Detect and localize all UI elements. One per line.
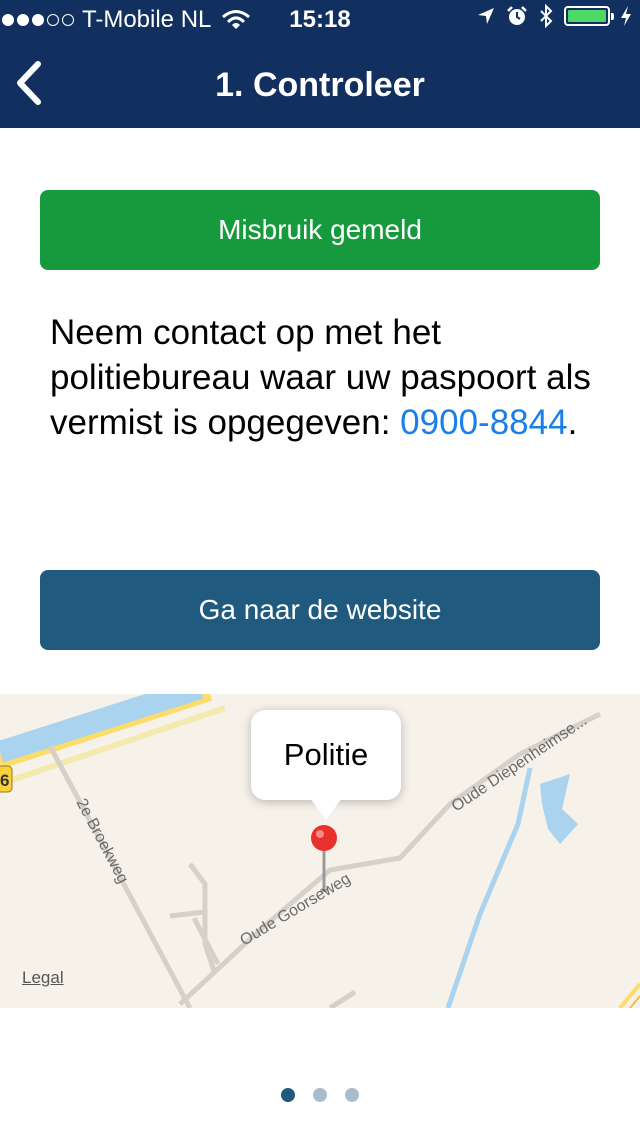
phone-number-link[interactable]: 0900-8844 [400, 403, 567, 442]
battery-icon [564, 6, 614, 26]
status-bar: T-Mobile NL 15:18 [0, 0, 640, 40]
app-header: T-Mobile NL 15:18 1. Controleer [0, 0, 640, 128]
info-suffix: . [567, 403, 578, 442]
road-label-oude-diepenheimse: Oude Diepenheimse... [449, 712, 590, 815]
callout-pointer [310, 798, 342, 820]
go-to-website-button[interactable]: Ga naar de website [40, 570, 600, 650]
page-dot-3[interactable] [345, 1088, 359, 1102]
page-title: 1. Controleer [215, 66, 425, 104]
bluetooth-icon [540, 4, 553, 28]
status-right [476, 4, 632, 28]
map-legal-link[interactable]: Legal [22, 968, 64, 988]
battery-fill [568, 10, 606, 22]
page-dot-2[interactable] [313, 1088, 327, 1102]
page-indicator[interactable] [0, 1088, 640, 1102]
map-pin-callout[interactable]: Politie [251, 710, 401, 800]
misuse-reported-button[interactable]: Misbruik gemeld [40, 190, 600, 270]
nav-bar: 1. Controleer [0, 40, 640, 128]
charging-bolt-icon [621, 6, 631, 26]
road-shield-label: 6 [0, 771, 9, 790]
contact-info-text: Neem contact op met het politiebureau wa… [50, 310, 610, 445]
alarm-icon [507, 6, 527, 25]
map-pin-icon[interactable] [304, 822, 344, 892]
page-dot-1[interactable] [281, 1088, 295, 1102]
location-arrow-icon [478, 8, 494, 24]
road-label-2e-broekweg: 2e Broekweg [72, 796, 131, 886]
